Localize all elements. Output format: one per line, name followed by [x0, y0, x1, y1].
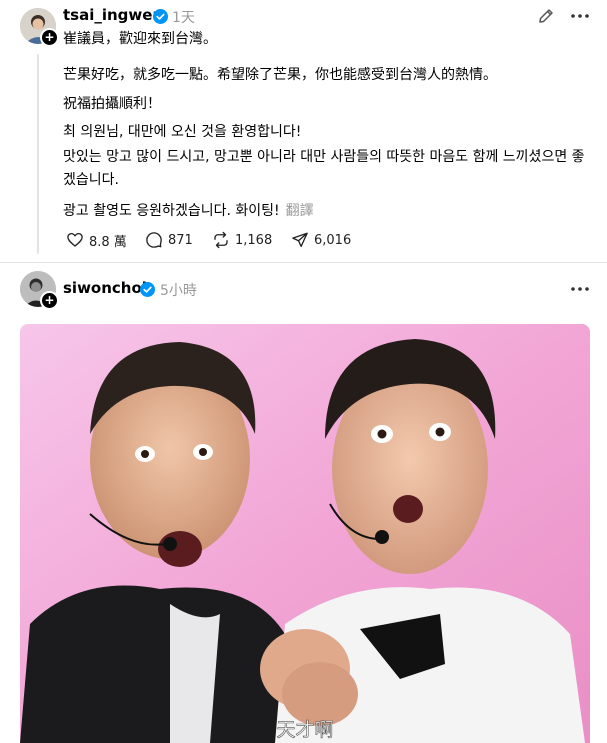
like-count: 8.8 萬 [89, 234, 127, 250]
repost-icon [214, 231, 228, 249]
post-text-line: 맛있는 망고 많이 드시고, 망고뿐 아니라 대만 사람들의 따뜻한 마음도 함… [63, 149, 585, 188]
verified-badge-icon [153, 9, 168, 24]
comment-icon [146, 232, 162, 248]
follow-plus-icon[interactable]: + [40, 28, 59, 47]
verified-badge-icon [140, 282, 155, 297]
heart-icon [67, 232, 83, 247]
reply-count: 871 [168, 232, 193, 248]
repost-button[interactable]: 1,168 [212, 229, 272, 251]
post-text-line-last: 광고 촬영도 응원하겠습니다. 화이팅! 翻譯 [63, 200, 314, 220]
post-text: 광고 촬영도 응원하겠습니다. 화이팅! [63, 203, 280, 219]
pencil-icon[interactable] [537, 7, 555, 25]
post-tsai-ingwen: + tsai_ingwen 1天 崔議員，歡迎來到台灣。 芒果好吃，就多吃一點。… [0, 0, 607, 262]
more-dots-icon[interactable] [570, 13, 590, 19]
repost-count: 1,168 [235, 232, 273, 248]
translate-link[interactable]: 翻譯 [286, 203, 314, 219]
post-text-line: 최 의원님, 대만에 오신 것을 환영합니다! [63, 124, 302, 140]
post-time[interactable]: 5小時 [160, 280, 197, 300]
more-dots-icon[interactable] [570, 286, 590, 292]
post-time[interactable]: 1天 [172, 7, 195, 27]
follow-plus-icon[interactable]: + [40, 291, 59, 310]
post-text-line: 祝福拍攝順利！ [63, 96, 161, 112]
post-image[interactable]: 天才啊 [20, 324, 590, 743]
reply-button[interactable]: 871 [145, 229, 193, 251]
photo-illustration: 天才啊 [20, 324, 590, 743]
send-icon [292, 232, 308, 248]
share-button[interactable]: 6,016 [291, 229, 351, 251]
video-caption: 天才啊 [276, 719, 333, 741]
thread-line [37, 54, 39, 254]
username[interactable]: tsai_ingwen [63, 6, 163, 24]
post-text-line: 崔議員，歡迎來到台灣。 [63, 31, 217, 47]
share-count: 6,016 [314, 232, 352, 248]
like-button[interactable]: 8.8 萬 [66, 229, 127, 251]
username[interactable]: siwonchoi [63, 279, 147, 297]
post-text-line: 芒果好吃，就多吃一點。希望除了芒果，你也能感受到台灣人的熱情。 [63, 67, 497, 83]
